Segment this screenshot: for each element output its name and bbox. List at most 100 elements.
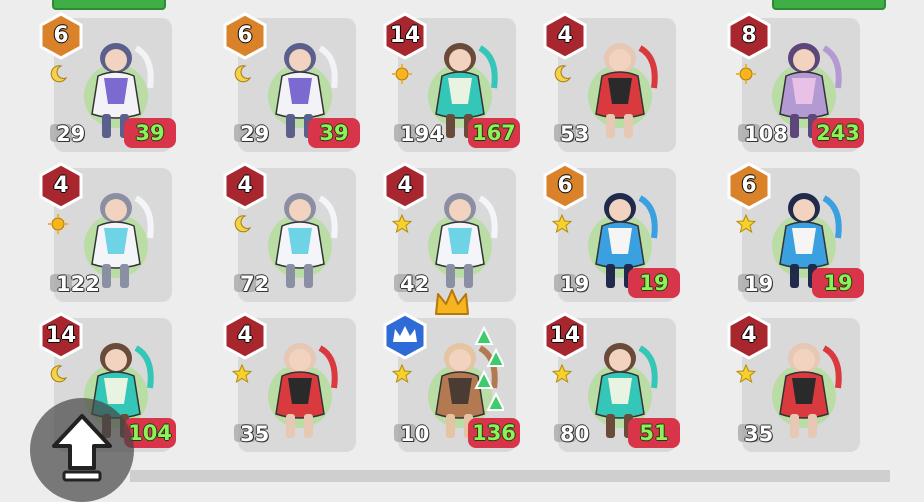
level-value: 35 [744,422,774,446]
level-value: 108 [744,122,788,146]
rank-badge: 14 [38,312,84,360]
element-badge [551,363,573,384]
leader-badge [382,312,428,360]
rank-value: 4 [237,173,253,198]
unit-card[interactable]: 4 35 [223,312,358,452]
unit-card[interactable]: 10 136 [383,289,520,452]
element-badge [48,214,68,234]
rank-value: 14 [45,323,77,348]
star-icon [551,363,573,384]
element-badge [231,363,253,384]
level-value: 42 [400,272,430,296]
crown-icon [435,289,469,315]
element-badge [735,213,757,234]
level-value: 29 [240,122,270,146]
rank-badge: 4 [726,312,772,360]
unit-card[interactable]: 14 194 167 [383,12,520,152]
unit-card[interactable]: 6 29 39 [39,12,176,152]
rank-value: 4 [53,173,69,198]
sun-icon [48,214,68,234]
level-value: 72 [240,272,270,296]
rank-badge: 4 [222,162,268,210]
rank-value: 14 [389,23,421,48]
element-badge [391,363,413,384]
count-badge: 136 [468,418,520,448]
star-icon [391,363,413,384]
bottom-bar [130,470,890,482]
unit-card[interactable]: 6 19 19 [543,162,680,302]
rank-value: 8 [741,23,757,48]
sun-icon [392,64,412,84]
star-icon [231,363,253,384]
rank-badge: 14 [382,12,428,60]
rank-badge: 4 [222,312,268,360]
rank-badge: 8 [726,12,772,60]
count-badge: 243 [812,118,864,148]
element-badge [735,363,757,384]
level-value: 10 [400,422,430,446]
rank-value: 6 [53,23,69,48]
element-badge [552,64,572,84]
unit-card[interactable]: 8 108 243 [727,12,864,152]
moon-icon [234,65,252,83]
moon-icon [554,65,572,83]
unit-card[interactable]: 14 80 51 [543,312,680,452]
count-badge: 39 [308,118,360,148]
element-badge [48,364,68,384]
unit-grid: 6 29 39 6 29 39 14 194 167 4 53 8 108 243 [0,0,924,479]
level-value: 194 [400,122,444,146]
rank-value: 6 [741,173,757,198]
unit-card[interactable]: 4 53 [543,12,678,152]
count-badge: 39 [124,118,176,148]
upgrade-gems-icon [474,325,504,411]
star-icon [391,213,413,234]
rank-badge: 6 [542,162,588,210]
count-badge: 51 [628,418,680,448]
element-badge [391,213,413,234]
rank-badge: 6 [726,162,772,210]
rank-value: 6 [557,173,573,198]
unit-card[interactable]: 4 122 [39,162,174,302]
rank-value: 4 [237,323,253,348]
rank-value: 4 [741,323,757,348]
sun-icon [736,64,756,84]
star-icon [735,213,757,234]
count-badge: 167 [468,118,520,148]
rank-value: 6 [237,23,253,48]
element-badge [232,64,252,84]
star-icon [735,363,757,384]
rank-badge: 6 [38,12,84,60]
star-icon [551,213,573,234]
level-value: 53 [560,122,590,146]
unit-card[interactable]: 6 19 19 [727,162,864,302]
up-arrow-icon [52,414,112,482]
unit-card[interactable]: 6 29 39 [223,12,360,152]
moon-icon [50,65,68,83]
rank-badge: 6 [222,12,268,60]
level-value: 80 [560,422,590,446]
element-badge [232,214,252,234]
rank-badge: 4 [542,12,588,60]
rank-value: 4 [397,173,413,198]
rank-badge: 4 [382,162,428,210]
rank-badge: 14 [542,312,588,360]
count-badge: 19 [812,268,864,298]
element-badge [736,64,756,84]
moon-icon [50,365,68,383]
rank-value: 4 [557,23,573,48]
level-value: 35 [240,422,270,446]
rank-value: 14 [549,323,581,348]
count-badge: 19 [628,268,680,298]
unit-card[interactable]: 4 42 [383,162,518,302]
back-button[interactable] [30,398,134,502]
level-value: 29 [56,122,86,146]
level-value: 19 [560,272,590,296]
element-badge [392,64,412,84]
element-badge [551,213,573,234]
unit-card[interactable]: 4 72 [223,162,358,302]
element-badge [48,64,68,84]
level-value: 122 [56,272,100,296]
moon-icon [234,215,252,233]
unit-card[interactable]: 4 35 [727,312,862,452]
level-value: 19 [744,272,774,296]
